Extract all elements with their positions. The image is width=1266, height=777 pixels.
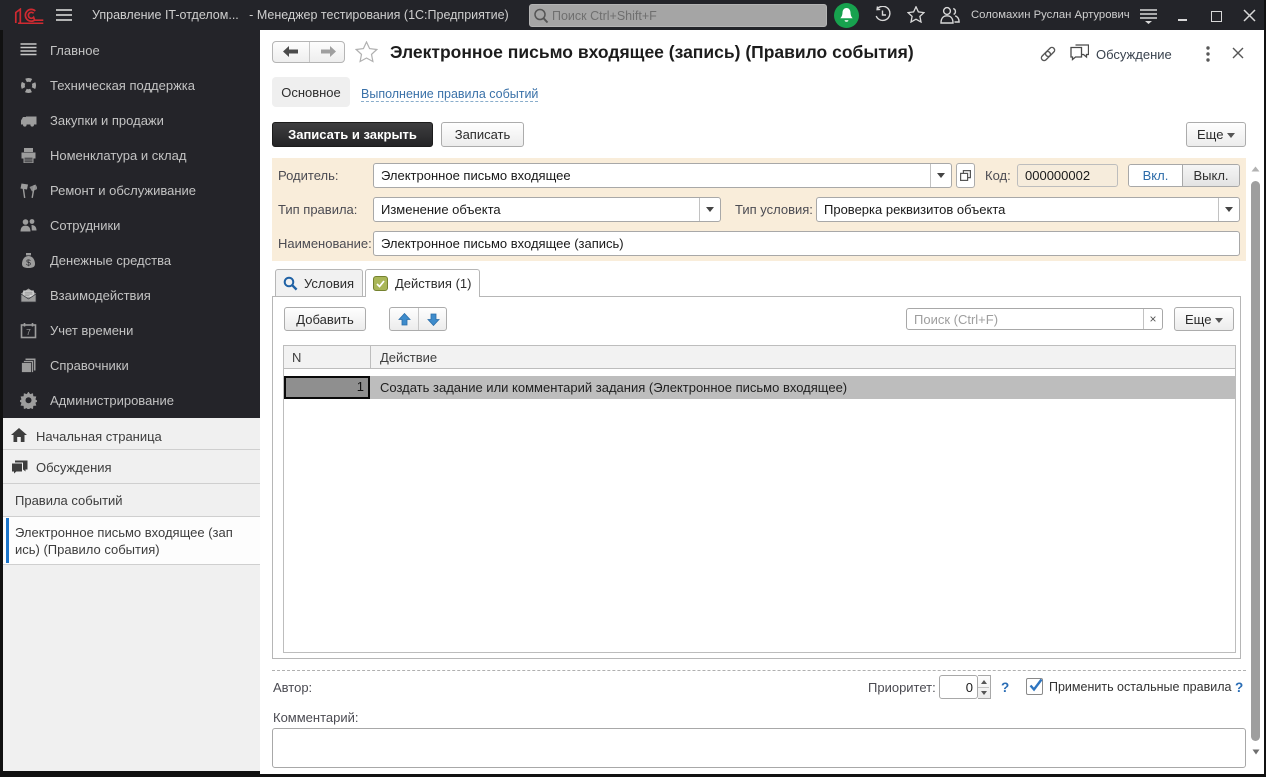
- svg-text:$: $: [26, 258, 31, 268]
- svg-text:7: 7: [26, 327, 31, 337]
